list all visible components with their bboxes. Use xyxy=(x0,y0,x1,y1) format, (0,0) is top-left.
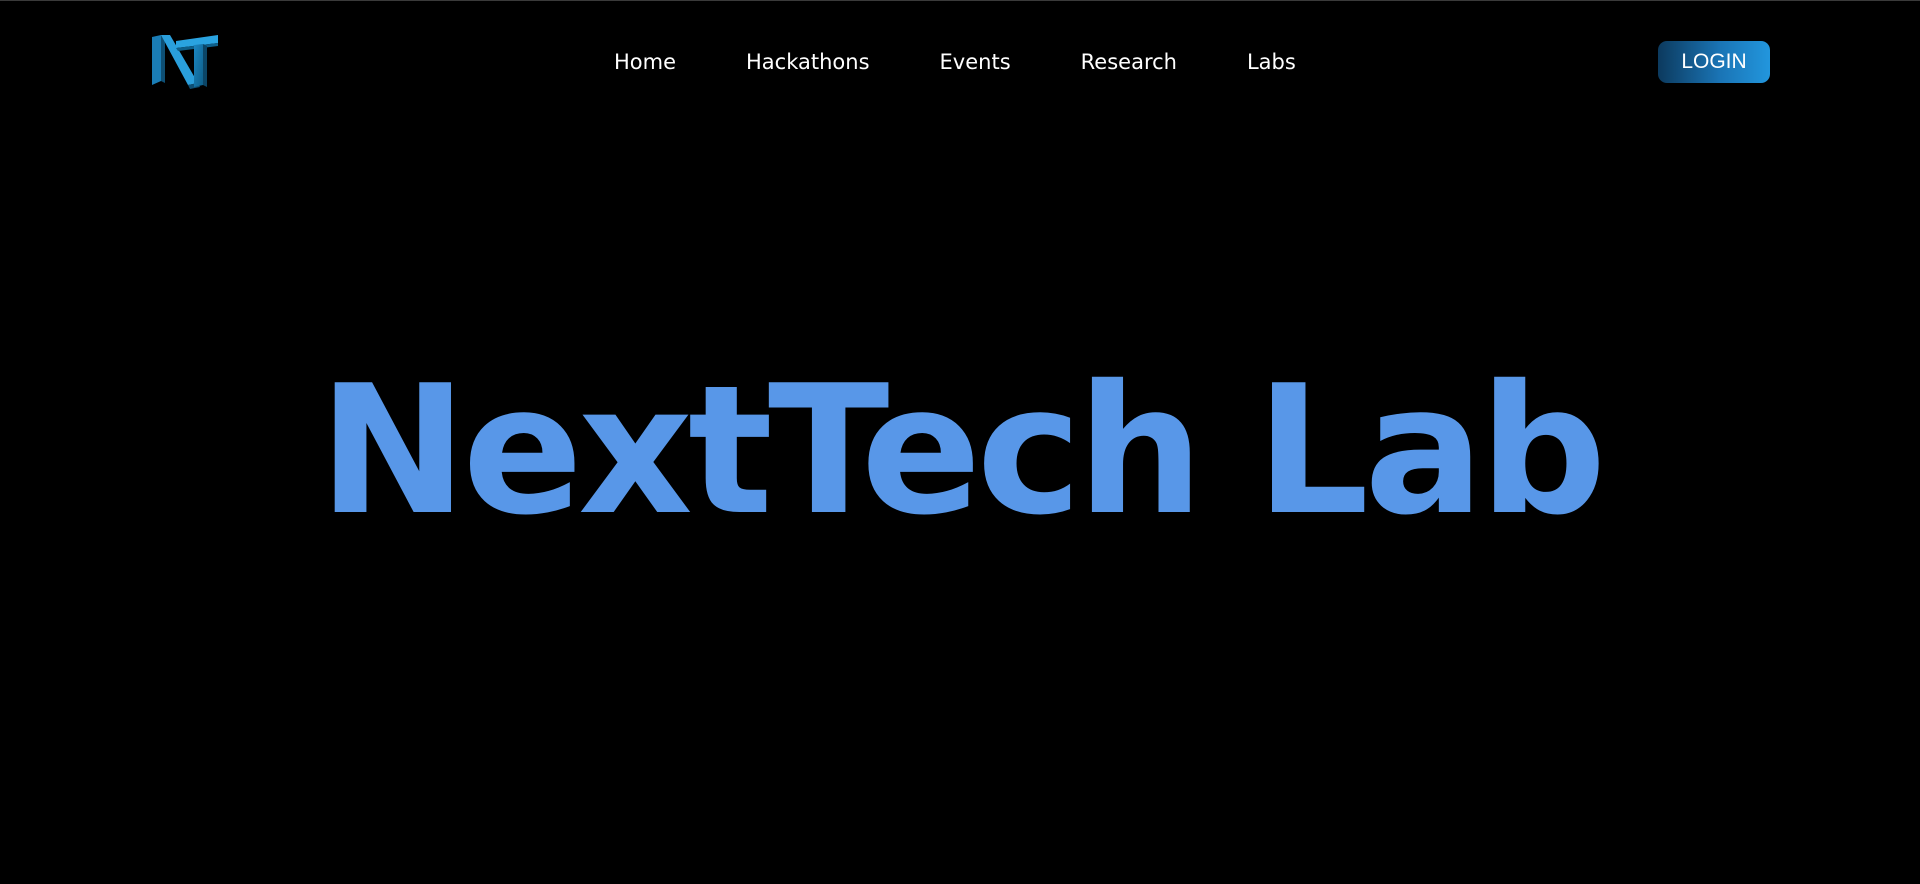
nxt-logo-icon[interactable] xyxy=(150,33,220,91)
nav-item-home: Home xyxy=(614,47,676,77)
nav-item-labs: Labs xyxy=(1247,47,1296,77)
hero-section: NextTech Lab xyxy=(0,346,1920,556)
nav-item-hackathons: Hackathons xyxy=(746,47,870,77)
hero-title: NextTech Lab xyxy=(318,347,1606,554)
nav-link-labs[interactable]: Labs xyxy=(1247,50,1296,74)
nav-link-home[interactable]: Home xyxy=(614,50,676,74)
nav-item-research: Research xyxy=(1081,47,1177,77)
nav-item-events: Events xyxy=(940,47,1011,77)
navbar: Home Hackathons Events Research Labs LOG… xyxy=(0,1,1920,121)
nav-link-events[interactable]: Events xyxy=(940,50,1011,74)
main-nav: Home Hackathons Events Research Labs xyxy=(614,47,1296,77)
nav-link-research[interactable]: Research xyxy=(1081,50,1177,74)
nav-link-hackathons[interactable]: Hackathons xyxy=(746,50,870,74)
login-button[interactable]: LOGIN xyxy=(1658,41,1770,83)
